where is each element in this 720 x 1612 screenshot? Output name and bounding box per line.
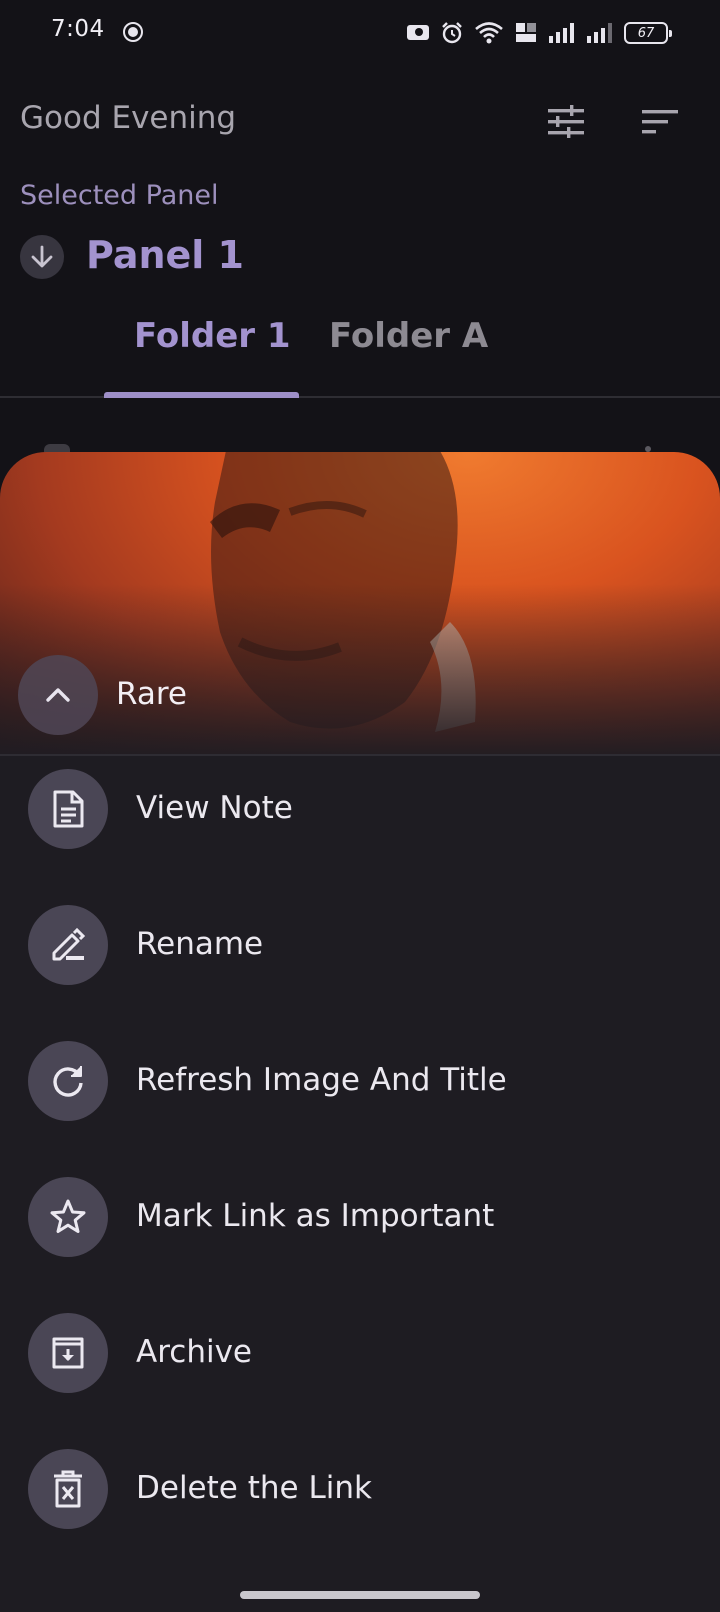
alarm-icon: [442, 22, 462, 44]
volte-icon: [516, 23, 536, 42]
panel-selector[interactable]: Panel 1: [20, 233, 244, 279]
signal-1-icon: [549, 23, 574, 43]
active-tab-indicator: [104, 392, 299, 398]
menu-label: Archive: [136, 1334, 252, 1370]
battery-icon: 67: [624, 22, 672, 44]
mark-important-option[interactable]: Mark Link as Important: [0, 1162, 720, 1272]
note-icon: [28, 769, 108, 849]
arrow-down-icon: [31, 245, 53, 268]
wifi-icon: [475, 22, 503, 44]
view-note-option[interactable]: View Note: [0, 754, 720, 864]
refresh-option[interactable]: Refresh Image And Title: [0, 1026, 720, 1136]
link-title: Rare: [116, 676, 187, 712]
delete-icon: [28, 1449, 108, 1529]
collapse-button[interactable]: [18, 655, 98, 735]
message-icon: [407, 25, 429, 40]
sort-icon: [642, 110, 678, 134]
sort-button[interactable]: [638, 100, 682, 144]
menu-label: Rename: [136, 926, 264, 962]
app-screen: 7:04 67 Good Evening Selected Panel Pane…: [0, 0, 720, 1612]
star-icon: [28, 1177, 108, 1257]
refresh-icon: [28, 1041, 108, 1121]
tab-folder-1[interactable]: Folder 1: [134, 316, 291, 356]
link-thumbnail: Rare: [0, 452, 720, 756]
panel-name: Panel 1: [86, 233, 244, 277]
archive-icon: [28, 1313, 108, 1393]
status-bar: 7:04 67: [0, 0, 720, 66]
panel-dropdown-button[interactable]: [20, 235, 64, 279]
menu-label: View Note: [136, 790, 293, 826]
signal-2-icon: [587, 23, 612, 43]
bottom-sheet: Rare View Note Rename Refresh Image And …: [0, 452, 720, 1612]
tune-button[interactable]: [544, 100, 588, 144]
tune-icon: [548, 105, 584, 138]
edit-icon: [28, 905, 108, 985]
folder-tabs: Folder 1 Folder A: [0, 300, 720, 398]
delete-option[interactable]: Delete the Link: [0, 1434, 720, 1544]
menu-label: Refresh Image And Title: [136, 1062, 507, 1098]
status-icons: 67: [406, 18, 672, 48]
tab-folder-a[interactable]: Folder A: [329, 316, 488, 356]
selected-panel-label: Selected Panel: [20, 180, 219, 211]
archive-option[interactable]: Archive: [0, 1298, 720, 1408]
status-time: 7:04: [51, 16, 105, 42]
menu-label: Mark Link as Important: [136, 1198, 495, 1234]
thumbnail-fade: [0, 584, 720, 754]
home-indicator[interactable]: [240, 1591, 480, 1599]
battery-level: 67: [637, 25, 655, 41]
greeting-text: Good Evening: [20, 100, 237, 136]
chevron-up-icon: [46, 688, 70, 702]
rename-option[interactable]: Rename: [0, 890, 720, 1000]
notification-face-icon: [123, 22, 143, 42]
menu-label: Delete the Link: [136, 1470, 372, 1506]
